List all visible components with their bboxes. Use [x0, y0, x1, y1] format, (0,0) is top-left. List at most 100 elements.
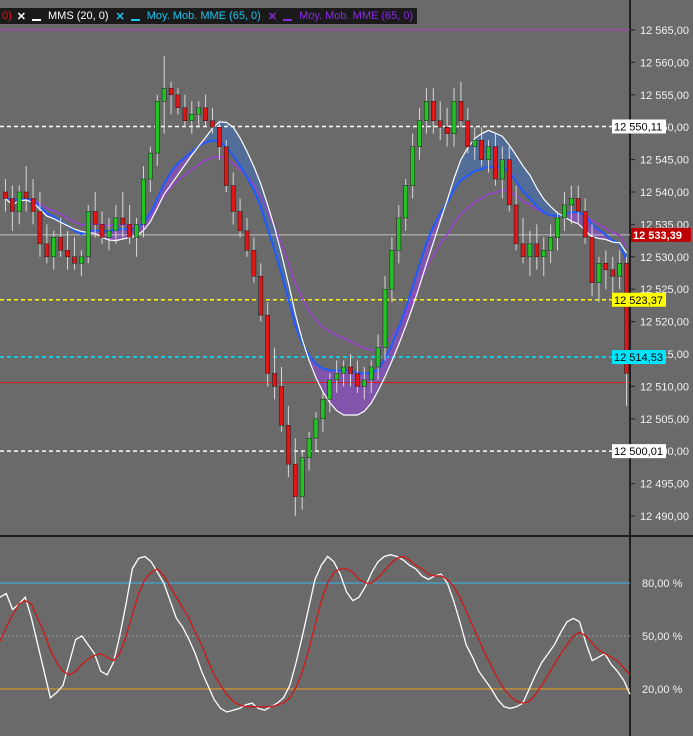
candle-body[interactable]: [30, 198, 36, 212]
candle-body[interactable]: [161, 88, 167, 102]
candle-body[interactable]: [458, 101, 464, 121]
candle-body[interactable]: [237, 211, 243, 232]
close-icon[interactable]: ✕: [113, 10, 128, 23]
candle-body[interactable]: [85, 211, 91, 258]
candle-body[interactable]: [389, 250, 395, 290]
candle-body[interactable]: [375, 347, 381, 368]
candle-body[interactable]: [286, 425, 291, 465]
candle-body[interactable]: [430, 101, 436, 121]
candle-body[interactable]: [65, 250, 70, 258]
candle-body[interactable]: [610, 269, 616, 277]
candle-body[interactable]: [575, 198, 581, 212]
candle-body[interactable]: [23, 191, 29, 199]
candle-body[interactable]: [424, 101, 429, 121]
candle-body[interactable]: [348, 366, 353, 374]
candle-body[interactable]: [44, 243, 50, 258]
candle-body[interactable]: [603, 263, 609, 271]
candle-body[interactable]: [341, 366, 346, 374]
candle-body[interactable]: [196, 107, 202, 115]
candle-body[interactable]: [569, 198, 574, 206]
candle-body[interactable]: [272, 373, 277, 387]
candle-body[interactable]: [203, 107, 208, 121]
candle-body[interactable]: [299, 457, 305, 497]
candle-body[interactable]: [555, 217, 560, 238]
candle-body[interactable]: [189, 113, 195, 121]
candle-body[interactable]: [562, 204, 567, 219]
line-style-icon[interactable]: [130, 19, 140, 21]
candle-body[interactable]: [217, 126, 222, 147]
candle-body[interactable]: [520, 243, 526, 258]
candle-body[interactable]: [320, 399, 326, 420]
legend-ema65-blue-label[interactable]: Moy. Mob. MME (65, 0): [143, 10, 265, 22]
candle-body[interactable]: [210, 120, 215, 128]
candle-body[interactable]: [334, 373, 340, 381]
candle-body[interactable]: [92, 211, 98, 225]
candle-body[interactable]: [279, 386, 284, 426]
candle-body[interactable]: [230, 185, 236, 212]
candle-body[interactable]: [403, 185, 409, 219]
candle-body[interactable]: [465, 120, 471, 147]
candle-body[interactable]: [79, 256, 84, 264]
close-icon[interactable]: ✕: [265, 10, 280, 23]
candle-body[interactable]: [127, 224, 132, 238]
candle-body[interactable]: [506, 159, 512, 206]
candle-body[interactable]: [223, 146, 229, 186]
candle-body[interactable]: [37, 211, 43, 245]
candle-body[interactable]: [527, 243, 533, 258]
candle-body[interactable]: [10, 198, 15, 212]
candle-body[interactable]: [582, 211, 588, 238]
candle-body[interactable]: [99, 224, 105, 238]
candle-body[interactable]: [168, 88, 174, 96]
candle-body[interactable]: [182, 107, 188, 121]
candle-body[interactable]: [589, 237, 595, 283]
candle-body[interactable]: [327, 379, 333, 400]
candle-body[interactable]: [306, 437, 312, 458]
candle-body[interactable]: [500, 159, 505, 180]
candle-body[interactable]: [313, 418, 319, 439]
legend-sma20-label[interactable]: MMS (20, 0): [44, 10, 113, 22]
candle-body[interactable]: [486, 146, 491, 160]
candle-body[interactable]: [513, 204, 519, 245]
candle-body[interactable]: [251, 250, 257, 277]
candle-body[interactable]: [106, 230, 112, 238]
candle-body[interactable]: [368, 366, 374, 381]
candle-body[interactable]: [292, 463, 298, 497]
candle-body[interactable]: [265, 314, 271, 374]
close-icon[interactable]: ✕: [14, 10, 29, 23]
candle-body[interactable]: [134, 224, 139, 238]
candle-body[interactable]: [410, 146, 415, 186]
candle-body[interactable]: [244, 230, 250, 251]
candle-body[interactable]: [258, 275, 264, 316]
candle-body[interactable]: [120, 217, 126, 225]
candle-body[interactable]: [175, 94, 181, 109]
candle-body[interactable]: [596, 263, 602, 283]
candle-body[interactable]: [548, 237, 553, 251]
candle-body[interactable]: [451, 101, 457, 134]
candle-body[interactable]: [16, 191, 22, 212]
candle-body[interactable]: [493, 146, 498, 180]
line-style-icon[interactable]: [32, 19, 41, 21]
candle-body[interactable]: [3, 191, 8, 199]
candle-body[interactable]: [472, 139, 478, 147]
candle-body[interactable]: [396, 217, 402, 251]
candle-body[interactable]: [617, 263, 622, 277]
candle-body[interactable]: [541, 250, 547, 258]
line-style-icon[interactable]: [283, 19, 293, 21]
candle-body[interactable]: [417, 120, 422, 147]
candle-body[interactable]: [437, 120, 443, 128]
candle-body[interactable]: [58, 237, 63, 251]
candle-body[interactable]: [534, 243, 540, 258]
candle-body[interactable]: [361, 379, 367, 387]
legend-ema65-purple-label[interactable]: Moy. Mob. MME (65, 0): [295, 10, 417, 22]
candle-body[interactable]: [154, 101, 160, 154]
candle-body[interactable]: [382, 288, 388, 348]
candle-body[interactable]: [148, 152, 153, 180]
candle-body[interactable]: [72, 256, 77, 264]
price-chart[interactable]: 12 565,0012 560,0012 555,0012 550,0012 5…: [0, 0, 693, 736]
candle-body[interactable]: [141, 178, 146, 225]
candle-body[interactable]: [479, 139, 484, 160]
candle-body[interactable]: [355, 373, 360, 387]
candle-body[interactable]: [444, 126, 450, 134]
candle-body[interactable]: [51, 237, 57, 258]
candle-body[interactable]: [113, 217, 119, 232]
